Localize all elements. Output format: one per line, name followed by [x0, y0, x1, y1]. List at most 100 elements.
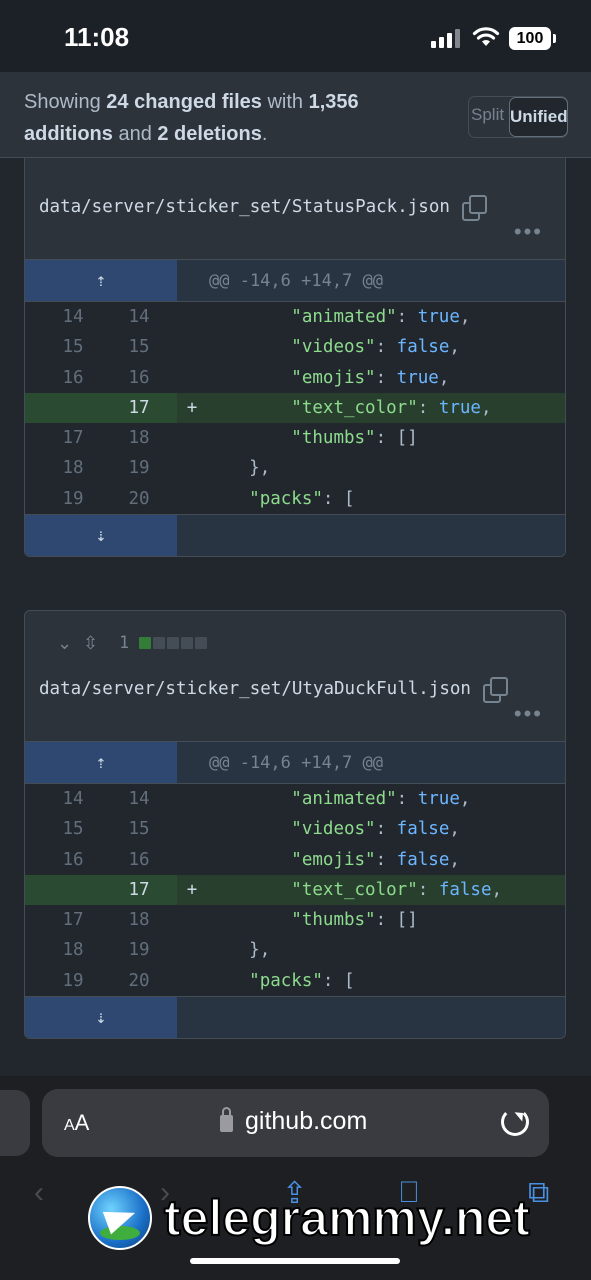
split-view-button[interactable]: Split: [471, 105, 504, 125]
expand-down-button[interactable]: ⇣: [25, 997, 177, 1039]
aa-big: A: [74, 1110, 90, 1135]
old-line-number: 17: [62, 910, 84, 931]
collapse-chevron-icon[interactable]: ⌄: [57, 633, 83, 654]
new-line-number: 20: [128, 488, 150, 509]
code-text: "animated": true,: [207, 784, 565, 814]
cellular-signal-icon: [431, 28, 463, 48]
address-bar[interactable]: AA github.com: [42, 1089, 549, 1157]
status-bar: 11:08 100: [0, 0, 591, 72]
previous-tab-preview[interactable]: [0, 1090, 30, 1156]
expand-up-button[interactable]: ⇡: [25, 260, 177, 301]
new-line-number: 14: [128, 307, 150, 327]
file-header: ⌄ ⇳ 1 data/server/sticker_set/UtyaDuckFu…: [25, 611, 565, 741]
reload-icon[interactable]: [501, 1108, 529, 1136]
diff-line: 15 15 "videos": false,: [25, 814, 565, 844]
diff-line: 18 19 },: [25, 935, 565, 965]
diff-line-added: 17 + "text_color": true,: [25, 392, 565, 424]
copy-path-icon[interactable]: [482, 677, 508, 703]
expand-up-button[interactable]: ⇡: [25, 742, 177, 783]
url-host-text: github.com: [245, 1107, 368, 1135]
reader-options-button[interactable]: AA: [64, 1110, 89, 1136]
hunk-header-row: ⇡ @@ -14,6 +14,7 @@: [25, 260, 565, 302]
diff-view-toggle: Split Unified: [468, 96, 568, 138]
diff-line: 19 20 "packs": [: [25, 484, 565, 514]
summary-and: and: [112, 123, 158, 145]
json-value: []: [396, 428, 418, 449]
code-text: "thumbs": []: [207, 423, 565, 453]
json-value: [: [344, 970, 355, 991]
back-icon[interactable]: ‹: [34, 1176, 44, 1210]
new-line-number: 16: [128, 367, 150, 388]
old-line-number: 16: [62, 849, 84, 870]
json-value: true: [417, 307, 460, 327]
file-diff-utyaduckfull: ⌄ ⇳ 1 data/server/sticker_set/UtyaDuckFu…: [24, 610, 566, 1040]
diff-line: 15 15 "videos": false,: [25, 332, 565, 362]
json-key: "emojis": [291, 849, 376, 870]
diff-sign: [177, 484, 207, 514]
new-line-number: 17: [101, 392, 177, 424]
diff-sign: [177, 905, 207, 935]
code-text: "videos": false,: [207, 332, 565, 362]
code-text: "packs": [: [207, 484, 565, 514]
json-value: []: [396, 910, 418, 931]
expand-down-button[interactable]: ⇣: [25, 515, 177, 557]
diff-sign: [177, 332, 207, 362]
new-line-number: 15: [128, 337, 150, 358]
diff-sign: +: [186, 397, 198, 418]
new-line-number: 17: [101, 874, 177, 906]
code-text: "videos": false,: [207, 814, 565, 844]
old-line-number: 19: [62, 970, 84, 991]
new-line-number: 14: [128, 789, 150, 809]
file-path-text: data/server/sticker_set/StatusPack.json: [39, 197, 450, 217]
diff-table: ⇡ @@ -14,6 +14,7 @@ 14 14 "animated": tru…: [25, 259, 565, 557]
json-value: true: [396, 367, 439, 388]
json-key: "thumbs": [291, 910, 376, 931]
json-key: "packs": [249, 970, 323, 991]
aa-small: A: [64, 1117, 75, 1134]
new-line-number: 19: [128, 458, 150, 479]
file-path-text: data/server/sticker_set/UtyaDuckFull.jso…: [39, 679, 471, 699]
new-line-number: 18: [128, 428, 150, 449]
file-change-count: 1: [119, 633, 130, 653]
more-options-icon[interactable]: •••: [514, 219, 543, 245]
summary-mid: with: [261, 91, 309, 113]
tabs-icon[interactable]: ⧉: [528, 1176, 549, 1210]
url-host[interactable]: github.com: [220, 1107, 367, 1136]
diff-sign: [177, 966, 207, 996]
old-line-number: 15: [62, 337, 84, 358]
more-options-icon[interactable]: •••: [514, 701, 543, 727]
diffstat-blocks: [139, 637, 208, 649]
new-line-number: 19: [128, 940, 150, 961]
file-path: data/server/sticker_set/StatusPack.json: [39, 195, 487, 221]
diff-lines: 14 14 "animated": true, 15 15 "videos": fal…: [25, 784, 565, 996]
unified-view-button[interactable]: Unified: [509, 97, 568, 137]
old-line-number: [25, 874, 101, 906]
summary-prefix: Showing: [24, 91, 107, 113]
code-text: "animated": true,: [207, 302, 565, 332]
hunk-footer: [177, 997, 565, 1039]
diff-line: 14 14 "animated": true,: [25, 784, 565, 814]
status-time: 11:08: [64, 22, 130, 52]
json-value: },: [249, 940, 271, 961]
diff-line-added: 17 + "text_color": false,: [25, 874, 565, 906]
json-value: [: [344, 488, 355, 509]
diff-sign: [177, 784, 207, 814]
old-line-number: 15: [62, 819, 84, 840]
expand-all-icon[interactable]: ⇳: [83, 633, 109, 654]
new-line-number: 15: [128, 819, 150, 840]
copy-path-icon[interactable]: [461, 195, 487, 221]
code-text: "text_color": false,: [207, 875, 565, 905]
